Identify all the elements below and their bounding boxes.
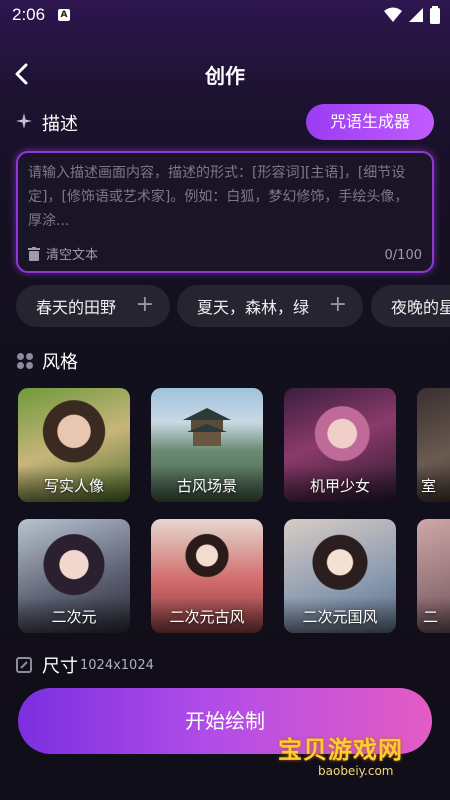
style-card-mecha-girl[interactable]: 机甲少女 — [284, 388, 396, 502]
plus-icon: + — [135, 292, 154, 317]
description-placeholder: 请输入描述画面内容，描述的形式：[形容词][主语]，[细节设定]，[修饰语或艺术… — [28, 165, 409, 229]
style-card-label: 室 — [421, 477, 437, 495]
style-card-anime[interactable]: 二次元 — [18, 519, 130, 633]
clear-text-button[interactable]: 清空文本 — [28, 244, 98, 263]
style-section-header: 风格 — [16, 348, 78, 374]
size-row[interactable]: 尺寸 1024x1024 — [16, 652, 154, 678]
watermark: 宝贝游戏网 baobeiy.com — [278, 730, 438, 790]
style-card-anime-ancient[interactable]: 二次元古风 — [151, 519, 263, 633]
plus-icon: + — [328, 292, 347, 317]
clear-text-label: 清空文本 — [46, 248, 99, 263]
style-card-label: 写实人像 — [43, 477, 104, 495]
style-card-realistic-portrait[interactable]: 写实人像 — [18, 388, 130, 502]
wifi-icon — [384, 7, 402, 22]
watermark-text: 宝贝游戏网 — [278, 736, 403, 764]
battery-icon — [430, 6, 440, 24]
status-icons — [384, 6, 440, 24]
style-card-label: 二次元 — [51, 608, 97, 626]
trash-icon — [28, 246, 40, 261]
style-section-label: 风格 — [42, 352, 78, 373]
style-card-label: 二次元古风 — [169, 608, 245, 626]
chip-label: 夏天，森林，绿 — [197, 298, 310, 317]
signal-icon — [409, 8, 423, 22]
style-card-label: 机甲少女 — [309, 477, 370, 495]
style-card-label: 二 — [423, 608, 439, 626]
describe-label: 描述 — [42, 114, 78, 135]
description-input[interactable]: 请输入描述画面内容，描述的形式：[形容词][主语]，[细节设定]，[修饰语或艺术… — [16, 151, 434, 273]
style-card-ancient-scene[interactable]: 古风场景 — [151, 388, 263, 502]
style-card-label: 二次元国风 — [302, 608, 378, 626]
describe-row: 描述 咒语生成器 — [16, 104, 434, 140]
style-card-anime-national[interactable]: 二次元国风 — [284, 519, 396, 633]
resize-icon — [16, 657, 32, 673]
notification-icon: A — [58, 9, 70, 21]
style-card-anime-more[interactable]: 二 — [417, 519, 450, 633]
prompt-chip[interactable]: 春天的田野 + — [16, 285, 170, 327]
char-counter: 0/100 — [384, 248, 422, 263]
chip-label: 夜晚的星 — [391, 298, 450, 317]
status-time: 2:06 — [12, 5, 46, 24]
chip-label: 春天的田野 — [36, 298, 117, 317]
prompt-chips: 春天的田野 + 夏天，森林，绿 + 夜晚的星 — [16, 285, 450, 329]
status-bar: 2:06 A — [0, 0, 450, 32]
style-grid: 写实人像 古风场景 机甲少女 室 二次元 二次元古风 二次元国风 二 — [18, 388, 450, 638]
page-title: 创作 — [205, 64, 245, 88]
style-card-label: 古风场景 — [176, 477, 237, 495]
prompt-chip[interactable]: 夏天，森林，绿 + — [177, 285, 363, 327]
grid-dots-icon — [17, 353, 33, 369]
spell-generator-button[interactable]: 咒语生成器 — [306, 104, 434, 140]
pavilion-image — [183, 408, 231, 446]
style-card-interior[interactable]: 室 — [417, 388, 450, 502]
size-value: 1024x1024 — [80, 657, 154, 673]
sparkle-icon — [16, 113, 32, 129]
size-label: 尺寸 — [42, 656, 78, 677]
prompt-chip[interactable]: 夜晚的星 — [371, 285, 450, 327]
watermark-url: baobeiy.com — [318, 764, 394, 778]
header: 创作 — [0, 56, 450, 92]
